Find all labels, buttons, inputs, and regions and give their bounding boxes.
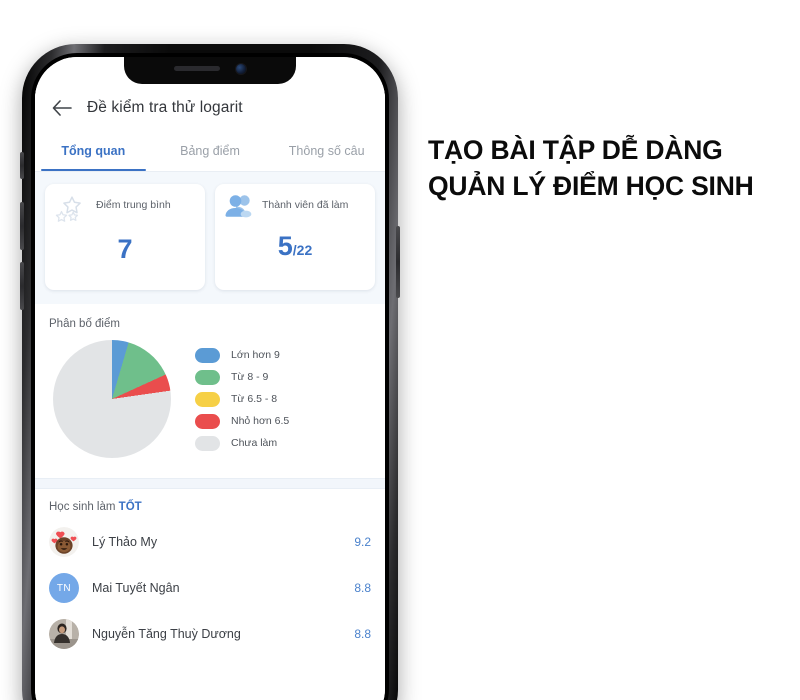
stat-card-label: Thành viên đã làm <box>262 199 349 211</box>
chart-title: Phân bố điểm <box>49 318 120 330</box>
front-camera-icon <box>236 63 246 74</box>
student-score: 8.8 <box>354 581 371 595</box>
top-students-section: Học sinh làm TỐT Lý Thảo My 9.2 TN Mai T… <box>35 489 385 657</box>
app-content: Đề kiểm tra thử logarit Tổng quan Bảng đ… <box>35 57 385 700</box>
app-bar: Đề kiểm tra thử logarit <box>35 85 385 131</box>
stat-value-suffix: /22 <box>292 242 313 258</box>
screenshot-canvas: Đề kiểm tra thử logarit Tổng quan Bảng đ… <box>0 0 800 700</box>
pie-chart-container <box>49 336 175 462</box>
legend-label: Từ 6.5 - 8 <box>231 393 278 405</box>
marketing-headline: TẠO BÀI TẬP DỄ DÀNG QUẢN LÝ ĐIỂM HỌC SIN… <box>428 133 788 205</box>
stars-icon <box>55 194 89 224</box>
score-distribution-section: Phân bố điểm Lớn hơn 9 Từ 8 - 9 Từ 6.5 - 8… <box>35 304 385 478</box>
legend-swatch <box>195 435 220 451</box>
legend-swatch <box>195 413 220 429</box>
legend-item: Nhỏ hơn 6.5 <box>195 413 371 429</box>
phone-screen: Đề kiểm tra thử logarit Tổng quan Bảng đ… <box>35 57 385 700</box>
stat-card-value: 5/22 <box>225 233 365 260</box>
student-name: Lý Thảo My <box>92 535 158 549</box>
speaker-grille-icon <box>174 66 220 71</box>
legend-swatch <box>195 369 220 385</box>
tab-label: Bảng điểm <box>180 144 240 158</box>
legend-label: Lớn hơn 9 <box>231 349 280 361</box>
legend-item: Từ 8 - 9 <box>195 369 371 385</box>
legend-swatch <box>195 347 220 363</box>
stat-card-average-score[interactable]: Điểm trung bình 7 <box>45 184 205 290</box>
photo-avatar <box>49 619 79 649</box>
stats-card-group: Điểm trung bình 7 Thành viên đã làm 5/22 <box>45 184 375 290</box>
volume-down-button[interactable] <box>20 262 24 310</box>
legend-item: Chưa làm <box>195 435 371 451</box>
page-title: Đề kiểm tra thử logarit <box>87 99 243 116</box>
student-name: Mai Tuyết Ngân <box>92 581 180 595</box>
stat-card-header: Thành viên đã làm <box>225 194 365 221</box>
phone-bezel: Đề kiểm tra thử logarit Tổng quan Bảng đ… <box>31 53 389 700</box>
legend-label: Chưa làm <box>231 437 278 449</box>
shooky-character-avatar <box>49 527 79 557</box>
section-divider <box>35 478 385 489</box>
tab-label: Tổng quan <box>61 144 126 158</box>
list-section-title: Học sinh làm TỐT <box>49 501 371 513</box>
headline-line-2: QUẢN LÝ ĐIỂM HỌC SINH <box>428 170 754 201</box>
table-row[interactable]: Nguyễn Tăng Thuỳ Dương 8.8 <box>49 611 371 657</box>
initials-avatar: TN <box>49 573 79 603</box>
stat-card-label: Điểm trung bình <box>96 199 171 211</box>
stat-value-number: 7 <box>117 234 133 264</box>
volume-up-button[interactable] <box>20 202 24 250</box>
tab-tong-quan[interactable]: Tổng quan <box>35 131 152 171</box>
stats-panel: Điểm trung bình 7 Thành viên đã làm 5/22 <box>35 172 385 304</box>
legend-label: Nhỏ hơn 6.5 <box>231 415 290 427</box>
mute-switch-button[interactable] <box>20 152 24 179</box>
legend-swatch <box>195 391 220 407</box>
student-score: 8.8 <box>354 627 371 641</box>
stat-card-header: Điểm trung bình <box>55 194 195 224</box>
table-row[interactable]: TN Mai Tuyết Ngân 8.8 <box>49 565 371 611</box>
legend-label: Từ 8 - 9 <box>231 371 269 383</box>
stat-card-value: 7 <box>55 236 195 263</box>
legend-item: Từ 6.5 - 8 <box>195 391 371 407</box>
list-title-highlight: TỐT <box>118 501 142 513</box>
tab-thong-so-cau[interactable]: Thông số câu <box>268 131 385 171</box>
stat-card-members-done[interactable]: Thành viên đã làm 5/22 <box>215 184 375 290</box>
tab-label: Thông số câu <box>288 144 365 158</box>
table-row[interactable]: Lý Thảo My 9.2 <box>49 519 371 565</box>
stat-value-number: 5 <box>277 231 293 261</box>
headline-line-1: TẠO BÀI TẬP DỄ DÀNG <box>428 135 723 165</box>
chart-legend: Lớn hơn 9 Từ 8 - 9 Từ 6.5 - 8 Nhỏ hơn 6.5 Ch… <box>185 347 371 451</box>
tab-bar: Tổng quan Bảng điểm Thông số câu <box>35 131 385 171</box>
list-title-prefix: Học sinh làm <box>49 501 119 513</box>
tab-bang-diem[interactable]: Bảng điểm <box>152 131 269 171</box>
legend-item: Lớn hơn 9 <box>195 347 371 363</box>
people-icon <box>225 194 255 221</box>
phone-device-frame: Đề kiểm tra thử logarit Tổng quan Bảng đ… <box>20 44 400 700</box>
chart-row: Lớn hơn 9 Từ 8 - 9 Từ 6.5 - 8 Nhỏ hơn 6.5 Ch… <box>49 336 371 462</box>
phone-notch <box>124 57 296 84</box>
back-arrow-icon[interactable] <box>49 95 75 121</box>
pie-chart <box>53 340 171 458</box>
power-button[interactable] <box>396 226 400 298</box>
student-score: 9.2 <box>354 535 371 549</box>
student-name: Nguyễn Tăng Thuỳ Dương <box>92 627 241 641</box>
